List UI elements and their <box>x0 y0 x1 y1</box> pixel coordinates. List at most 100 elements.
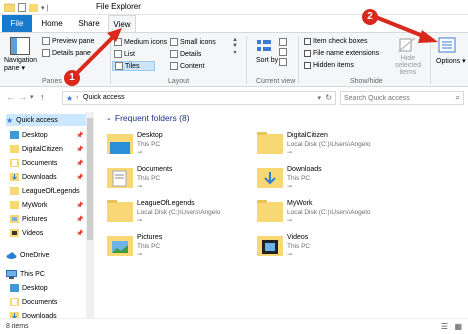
folder-tile-mywork[interactable]: MyWork Local Disk (C:)\Users\Angelo ⊸ <box>256 198 416 226</box>
sidebar-item-desktop[interactable]: Desktop <box>10 282 48 294</box>
layout-scroll[interactable]: ▲ ▼ ▾ <box>232 37 238 56</box>
hide-selected-items-button[interactable] <box>397 37 416 55</box>
options-label[interactable]: Options ▾ <box>436 57 466 65</box>
customize-toolbar-icon[interactable]: ▾ | <box>41 4 48 12</box>
sidebar-scrollbar-thumb[interactable] <box>87 118 93 240</box>
hidden-items-label: Hidden items <box>313 62 354 69</box>
sidebar-item-desktop[interactable]: Desktop 📌 <box>10 129 83 141</box>
layout-medium-icons[interactable]: Medium icons <box>114 38 167 46</box>
sidebar-item-digitalcitizen[interactable]: DigitalCitizen 📌 <box>10 143 83 155</box>
ribbon-tabs: File Home Share View <box>0 15 468 32</box>
address-bar[interactable]: ★ › Quick access ▾ ↻ <box>62 91 336 105</box>
layout-list[interactable]: List <box>114 50 135 58</box>
tab-file[interactable]: File <box>2 15 32 32</box>
folder-tile-leagueoflegends[interactable]: LeagueOfLegends Local Disk (C:)\Users\An… <box>106 198 266 226</box>
layout-option-label: Content <box>180 62 205 70</box>
folder-tile-digitalcitizen[interactable]: DigitalCitizen Local Disk (C:)\Users\Ang… <box>256 130 416 158</box>
hide-selected-items-label[interactable]: Hide selected items <box>388 55 428 76</box>
folder-name: MyWork <box>287 200 313 207</box>
size-columns-icon[interactable] <box>279 58 287 66</box>
sort-by-button[interactable] <box>256 38 272 56</box>
preview-pane-label: Preview pane <box>52 37 95 45</box>
folder-name: LeagueOfLegends <box>137 200 195 207</box>
file-name-extensions-toggle[interactable]: File name extensions <box>304 50 379 57</box>
layout-details[interactable]: Details <box>170 50 201 58</box>
layout-content[interactable]: Content <box>170 62 205 70</box>
search-icon[interactable]: ⌕ <box>456 93 460 103</box>
sidebar-item-videos[interactable]: Videos 📌 <box>10 227 83 239</box>
folder-location: This PC <box>287 175 311 182</box>
search-input[interactable] <box>344 93 448 104</box>
sidebar-item-quick-access[interactable]: ★ Quick access <box>6 114 86 126</box>
breadcrumb[interactable]: Quick access <box>83 94 125 101</box>
preview-pane-button[interactable]: Preview pane <box>42 37 94 45</box>
sidebar-item-documents[interactable]: Documents 📌 <box>10 157 83 169</box>
recent-locations-icon[interactable]: ▾ <box>30 93 34 101</box>
videos-folder-icon <box>257 236 283 256</box>
expand-icon[interactable]: ▾ <box>233 49 236 56</box>
panes-group-label: Panes <box>42 78 62 85</box>
folder-tile-documents[interactable]: Documents This PC ⊸ <box>106 164 266 192</box>
section-header[interactable]: ⌄ Frequent folders (8) <box>106 113 190 123</box>
folder-tile-desktop[interactable]: Desktop This PC ⊸ <box>106 130 266 158</box>
folder-icon <box>107 200 133 222</box>
tab-view[interactable]: View <box>108 15 136 32</box>
back-icon[interactable]: ← <box>6 92 15 102</box>
checkbox[interactable] <box>304 38 311 45</box>
sidebar-item-label: Downloads <box>22 173 57 181</box>
status-bar: 8 items ☰ ▦ <box>0 318 468 334</box>
folder-location: This PC <box>137 175 161 182</box>
folder-tile-videos[interactable]: Videos This PC ⊸ <box>256 232 416 260</box>
sidebar-item-label: MyWork <box>22 201 48 209</box>
checkbox[interactable] <box>304 50 311 57</box>
tab-home[interactable]: Home <box>35 15 69 32</box>
details-pane-button[interactable]: Details pane <box>42 49 91 57</box>
large-icons-view-icon[interactable]: ▦ <box>454 322 462 331</box>
item-check-boxes-label: Item check boxes <box>313 38 368 45</box>
preview-pane-icon <box>42 37 50 45</box>
navigation-pane-button[interactable] <box>10 37 30 57</box>
options-button[interactable] <box>438 37 456 55</box>
layout-tiles[interactable]: Tiles <box>112 61 155 71</box>
properties-icon[interactable] <box>18 3 26 12</box>
refresh-icon[interactable]: ↻ <box>325 93 332 102</box>
hidden-items-toggle[interactable]: Hidden items <box>304 62 354 69</box>
address-dropdown-icon[interactable]: ▾ <box>317 94 321 102</box>
ribbon-divider <box>430 36 431 84</box>
layout-option-label: Small icons <box>180 38 216 46</box>
folder-location: This PC <box>137 141 161 148</box>
folder-name: Pictures <box>137 234 163 241</box>
show-hide-group-label: Show/hide <box>350 78 383 85</box>
group-by-icon[interactable] <box>279 38 287 46</box>
new-folder-icon[interactable] <box>29 3 38 12</box>
forward-icon[interactable]: → <box>18 92 27 102</box>
sidebar-item-leagueoflegends[interactable]: LeagueOfLegends <box>10 185 80 197</box>
pin-icon: ⊸ <box>287 150 293 156</box>
tab-share[interactable]: Share <box>72 15 106 32</box>
documents-folder-icon <box>10 159 19 167</box>
folder-location: This PC <box>287 243 311 250</box>
layout-small-icons[interactable]: Small icons <box>170 38 216 46</box>
search-box[interactable]: ⌕ <box>340 91 464 105</box>
add-columns-icon[interactable] <box>279 48 287 56</box>
up-icon[interactable]: ↑ <box>40 92 45 102</box>
sidebar-item-downloads[interactable]: Downloads 📌 <box>10 171 83 183</box>
sidebar-item-onedrive[interactable]: OneDrive <box>6 249 50 261</box>
pictures-folder-icon <box>107 236 133 256</box>
folder-tile-pictures[interactable]: Pictures This PC ⊸ <box>106 232 266 260</box>
chevron-down-icon[interactable]: ⌄ <box>106 114 112 122</box>
sidebar-item-mywork[interactable]: MyWork 📌 <box>10 199 83 211</box>
navigation-pane-label[interactable]: Navigation pane ▾ <box>4 57 42 73</box>
sidebar-item-documents[interactable]: Documents <box>10 296 57 308</box>
sort-by-icon <box>257 40 271 51</box>
sidebar-item-this-pc[interactable]: This PC <box>6 268 45 280</box>
item-check-boxes-toggle[interactable]: Item check boxes <box>304 38 367 45</box>
callout-badge: 1 <box>64 70 80 86</box>
sidebar-item-pictures[interactable]: Pictures 📌 <box>10 213 83 225</box>
current-view-group-label: Current view <box>256 78 296 85</box>
star-icon: ★ <box>66 94 74 103</box>
details-view-icon[interactable]: ☰ <box>441 322 448 331</box>
checkbox[interactable] <box>304 62 311 69</box>
folder-tile-downloads[interactable]: Downloads This PC ⊸ <box>256 164 416 192</box>
sidebar-item-label: OneDrive <box>20 251 50 259</box>
